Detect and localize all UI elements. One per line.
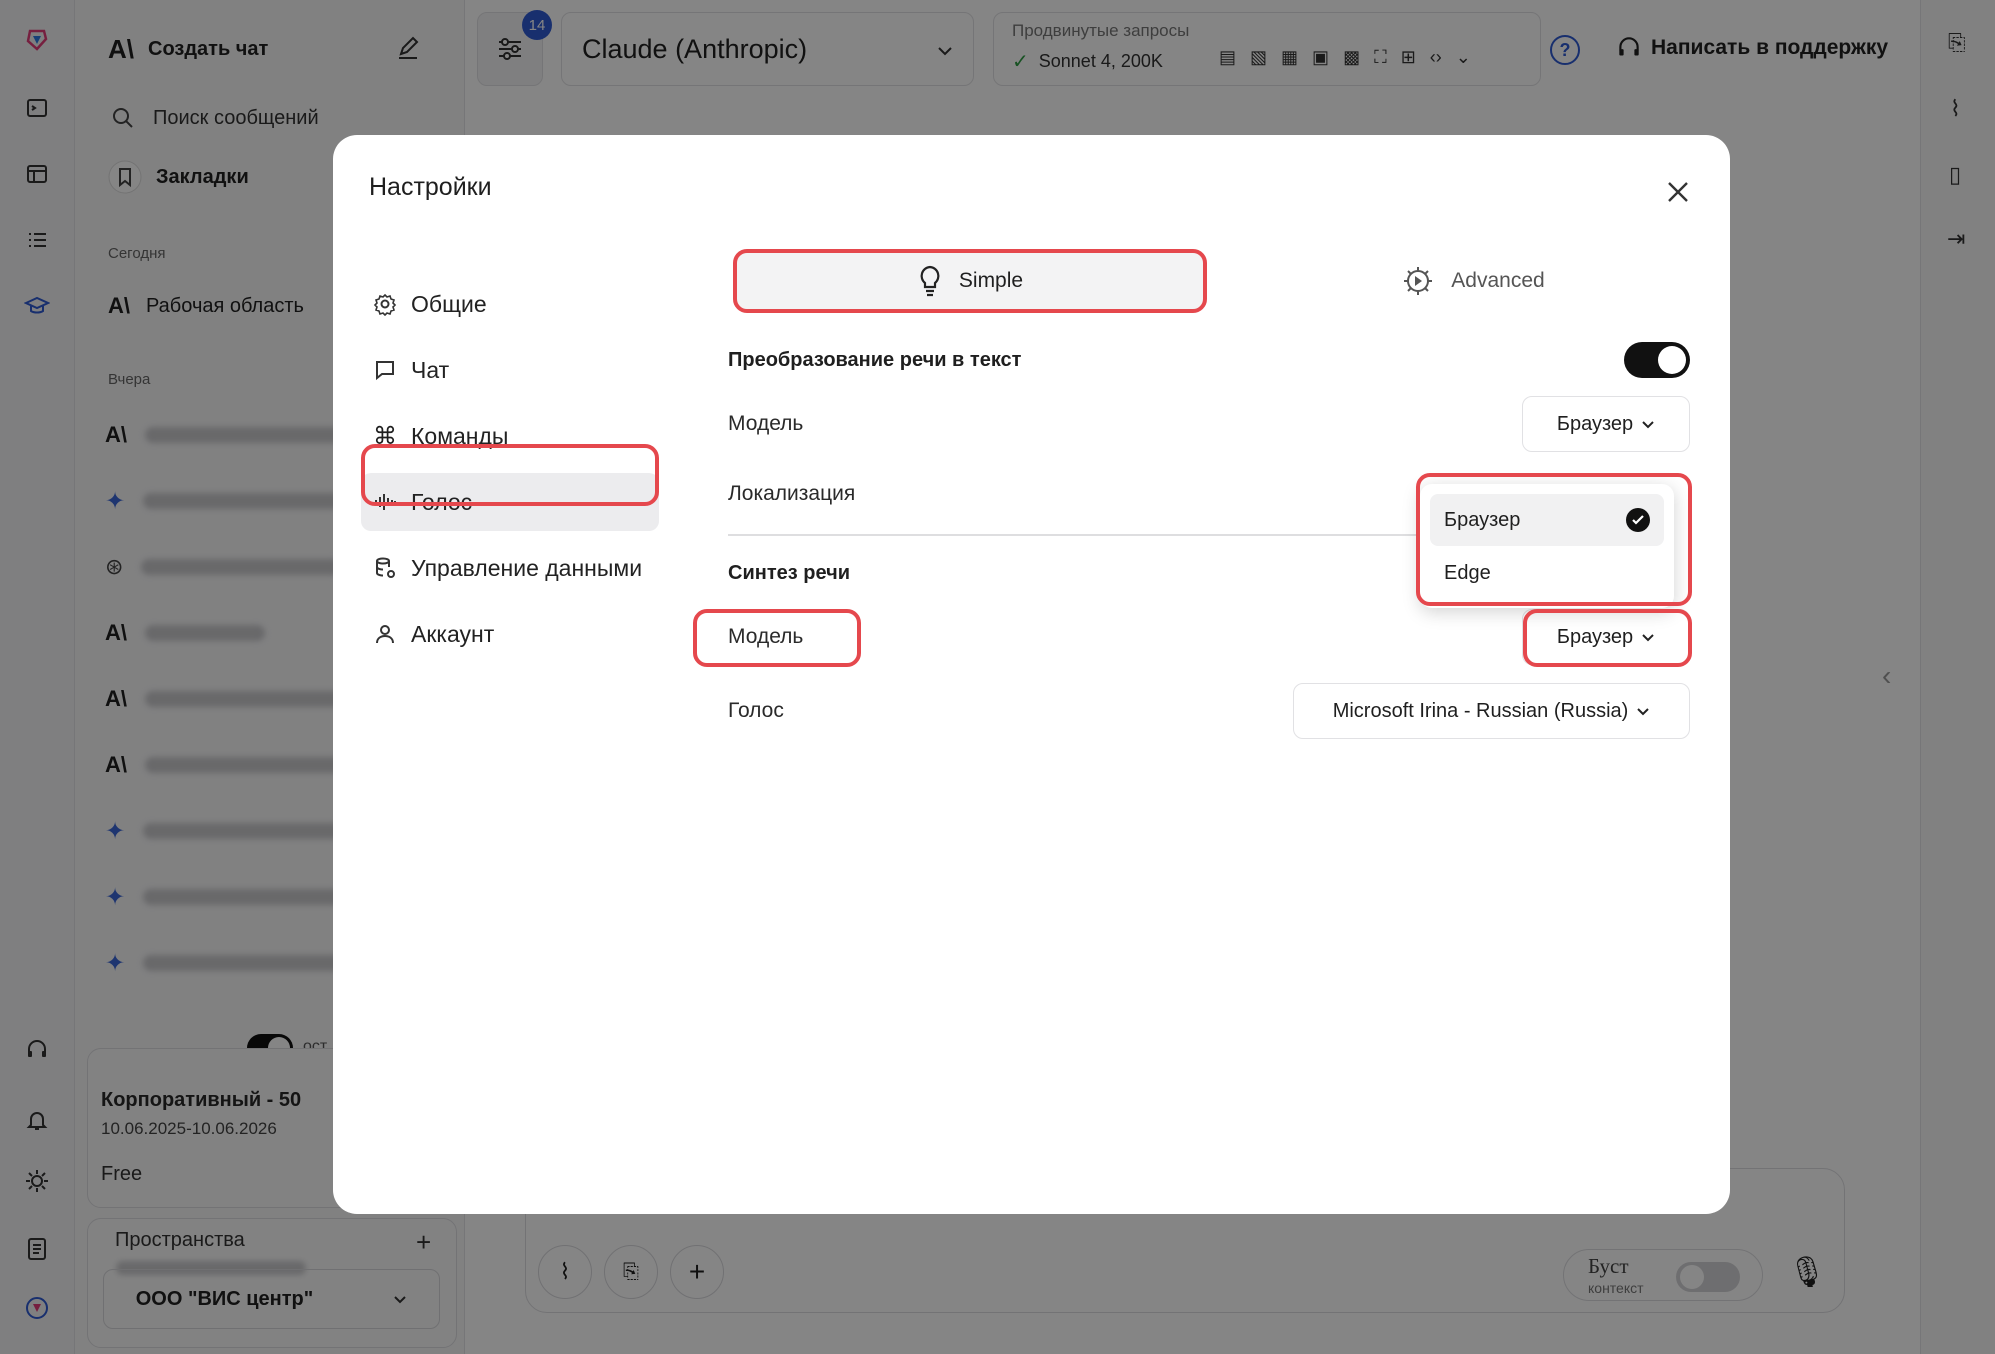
tts-voice-value: Microsoft Irina - Russian (Russia) — [1332, 699, 1629, 722]
tts-heading: Синтез речи — [728, 562, 850, 584]
close-button[interactable] — [1658, 172, 1698, 212]
gear-play-icon — [1404, 267, 1433, 295]
nav-chat[interactable]: Чат — [361, 341, 659, 399]
chat-bubble-icon — [376, 361, 394, 381]
nav-account[interactable]: Аккаунт — [361, 605, 659, 663]
nav-label: Команды — [411, 422, 509, 449]
tab-simple[interactable]: Simple — [736, 252, 1204, 310]
stt-heading: Преобразование речи в текст — [728, 349, 1022, 371]
model-dropdown-menu: Браузер Edge — [1420, 484, 1674, 608]
tts-model-label: Модель — [728, 625, 804, 648]
stt-toggle[interactable] — [1624, 342, 1690, 378]
stt-model-label: Модель — [728, 412, 804, 435]
dropdown-option-label: Браузер — [1444, 508, 1521, 531]
command-icon: ⌘ — [373, 422, 397, 450]
tts-voice-label: Голос — [728, 699, 784, 722]
chevron-down-icon — [1642, 421, 1654, 429]
nav-label: Управление данными — [411, 554, 643, 581]
gear-icon — [373, 293, 397, 316]
divider — [728, 534, 1428, 536]
tts-model-select[interactable]: Браузер — [1522, 609, 1690, 665]
user-icon — [376, 625, 394, 644]
chevron-down-icon — [1642, 634, 1654, 642]
tab-advanced-label: Advanced — [1451, 269, 1545, 292]
tab-advanced[interactable]: Advanced — [1373, 252, 1573, 310]
nav-label: Голос — [411, 488, 473, 515]
dropdown-option-label: Edge — [1444, 561, 1491, 584]
nav-data-management[interactable]: Управление данными — [361, 539, 659, 597]
tts-model-value: Браузер — [1556, 625, 1634, 648]
stt-model-value: Браузер — [1556, 412, 1634, 435]
tts-voice-select[interactable]: Microsoft Irina - Russian (Russia) — [1293, 683, 1690, 739]
nav-general[interactable]: Общие — [361, 275, 659, 333]
modal-title: Настройки — [369, 173, 492, 201]
tab-simple-label: Simple — [958, 269, 1024, 292]
stt-locale-label: Локализация — [728, 482, 856, 505]
dropdown-option-edge[interactable]: Edge — [1430, 547, 1664, 599]
settings-modal: Настройки Общие Чат ⌘ Команды Голос Упра… — [333, 135, 1730, 1214]
stt-model-select[interactable]: Браузер — [1522, 396, 1690, 452]
nav-label: Общие — [411, 290, 487, 317]
nav-label: Аккаунт — [411, 620, 495, 647]
check-circle-icon — [1626, 508, 1650, 532]
nav-commands[interactable]: ⌘ Команды — [361, 407, 659, 465]
waveform-icon — [375, 494, 396, 510]
lightbulb-icon — [920, 265, 940, 297]
close-icon — [1668, 182, 1688, 202]
nav-voice[interactable]: Голос — [361, 473, 659, 531]
nav-label: Чат — [411, 356, 450, 383]
database-gear-icon — [376, 557, 395, 578]
chevron-down-icon — [1637, 708, 1650, 716]
dropdown-option-browser[interactable]: Браузер — [1430, 494, 1664, 546]
